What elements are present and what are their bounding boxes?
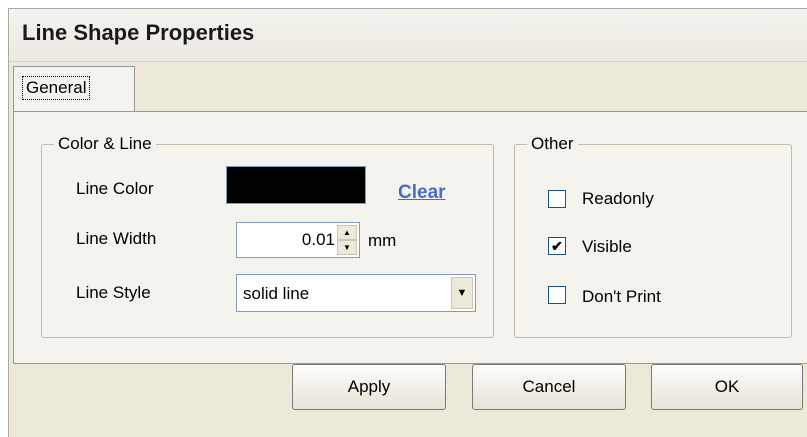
- other-group: Other: [514, 134, 792, 338]
- spin-down-icon[interactable]: ▼: [337, 240, 357, 255]
- clear-color-link[interactable]: Clear: [398, 182, 446, 204]
- other-legend: Other: [531, 134, 574, 153]
- line-width-spinner: ▲ ▼: [236, 222, 360, 258]
- tab-general-label: General: [22, 76, 91, 100]
- line-width-label: Line Width: [76, 229, 157, 248]
- visible-checkbox[interactable]: ✔: [548, 237, 566, 255]
- line-width-unit: mm: [368, 231, 397, 250]
- chevron-down-icon[interactable]: ▼: [451, 277, 473, 309]
- line-color-label: Line Color: [76, 179, 154, 198]
- line-style-select[interactable]: solid line ▼: [236, 274, 476, 312]
- cancel-button[interactable]: Cancel: [472, 364, 626, 410]
- dont-print-checkbox[interactable]: [548, 286, 566, 304]
- ok-button[interactable]: OK: [651, 364, 803, 410]
- line-width-input[interactable]: [239, 227, 335, 253]
- readonly-checkbox[interactable]: [548, 190, 566, 208]
- dialog-title: Line Shape Properties: [22, 20, 255, 45]
- line-color-swatch[interactable]: [226, 166, 366, 204]
- visible-label: Visible: [582, 237, 632, 256]
- readonly-label: Readonly: [582, 189, 654, 208]
- check-icon: ✔: [551, 238, 563, 254]
- tab-general[interactable]: General: [13, 66, 135, 112]
- spin-up-icon[interactable]: ▲: [337, 225, 357, 240]
- color-line-legend: Color & Line: [58, 134, 152, 153]
- line-style-label: Line Style: [76, 283, 151, 302]
- apply-button[interactable]: Apply: [292, 364, 446, 410]
- dont-print-label: Don't Print: [582, 287, 661, 306]
- title-bar: Line Shape Properties: [9, 9, 807, 62]
- line-style-value: solid line: [243, 284, 310, 303]
- line-width-spin-buttons: ▲ ▼: [337, 225, 357, 255]
